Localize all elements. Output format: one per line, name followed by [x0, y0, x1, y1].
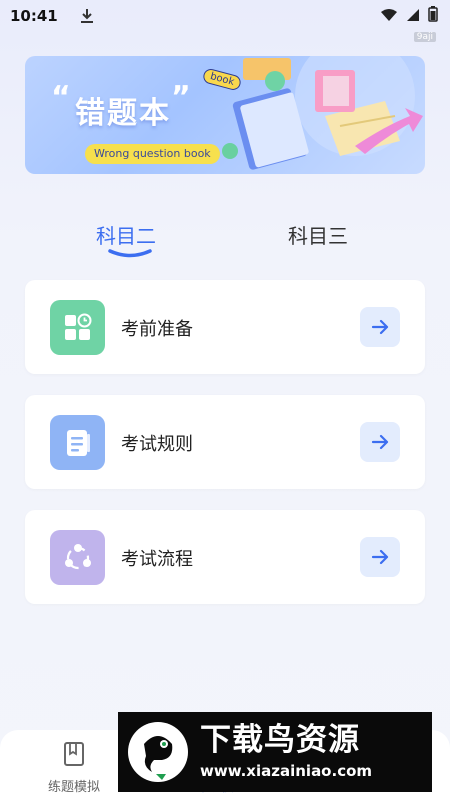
tab-subject-two[interactable]: 科目二 — [96, 220, 156, 249]
status-bar: 10:41 — [0, 0, 450, 32]
subject-tabs: 科目二 科目三 — [0, 212, 450, 262]
arrow-right-icon[interactable] — [360, 307, 400, 347]
banner-subtitle: Wrong question book — [85, 144, 220, 164]
watermark-overlay: 下载鸟资源 www.xiazainiao.com — [118, 712, 432, 792]
wifi-icon — [380, 7, 398, 26]
watermark-url: www.xiazainiao.com — [200, 762, 373, 780]
wrong-question-banner[interactable]: “ 错题本 ” book Wrong question book — [25, 56, 425, 174]
card-exam-process[interactable]: 考试流程 — [25, 510, 425, 604]
arrow-right-icon[interactable] — [360, 422, 400, 462]
download-icon — [80, 8, 94, 24]
book-icon — [60, 742, 88, 772]
clock-grid-icon — [50, 300, 105, 355]
document-icon — [50, 415, 105, 470]
flow-icon — [50, 530, 105, 585]
tab-subject-three[interactable]: 科目三 — [288, 220, 348, 249]
status-time: 10:41 — [10, 7, 58, 25]
tab-active-indicator — [108, 249, 152, 258]
banner-quote-close: ” — [171, 80, 191, 115]
app-badge: 9aji — [413, 32, 436, 42]
banner-title: 错题本 — [75, 96, 171, 131]
status-left: 10:41 — [10, 7, 94, 25]
signal-icon — [406, 7, 420, 26]
card-exam-rules[interactable]: 考试规则 — [25, 395, 425, 489]
banner-quote-open: “ — [51, 80, 71, 115]
card-label: 考前准备 — [121, 319, 193, 340]
battery-icon — [428, 6, 438, 26]
watermark-title: 下载鸟资源 — [200, 722, 360, 758]
card-exam-preparation[interactable]: 考前准备 — [25, 280, 425, 374]
nav-item-practice[interactable]: 练题模拟 — [48, 740, 100, 795]
watermark-text: 下载鸟资源 www.xiazainiao.com — [200, 722, 372, 782]
arrow-right-icon[interactable] — [360, 537, 400, 577]
nav-label: 练题模拟 — [48, 780, 101, 795]
watermark-logo — [122, 716, 194, 788]
status-right — [380, 6, 438, 26]
card-label: 考试规则 — [121, 434, 193, 455]
card-label: 考试流程 — [121, 549, 193, 570]
